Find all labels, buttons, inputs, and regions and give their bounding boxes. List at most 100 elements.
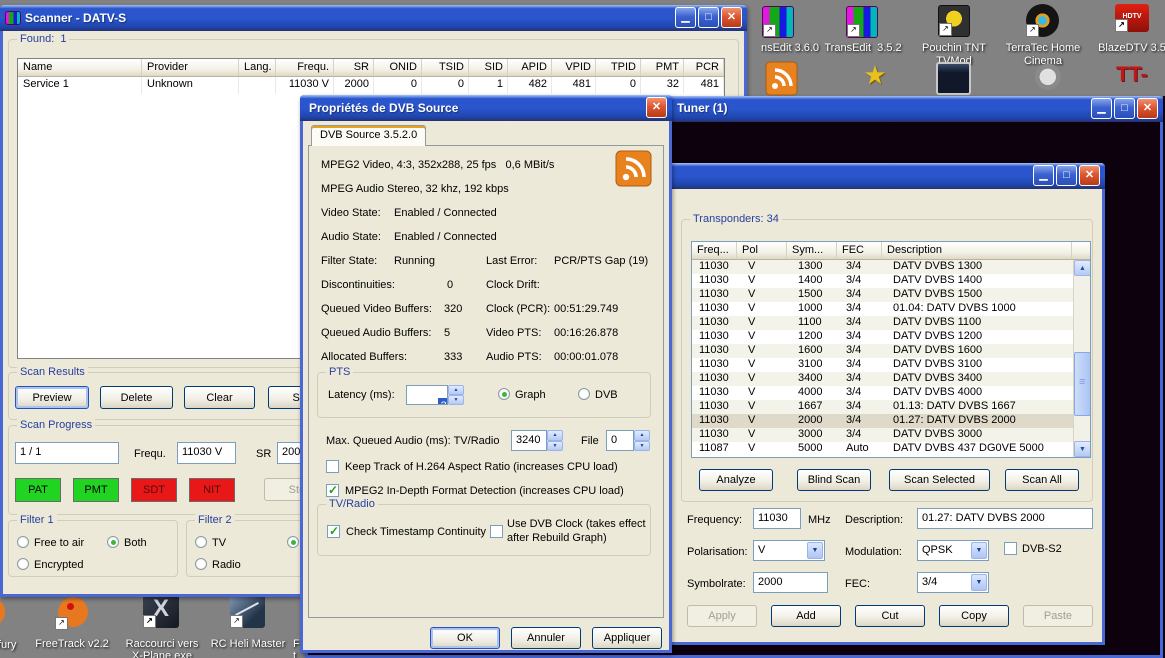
description-field[interactable]: 01.27: DATV DVBS 2000: [917, 508, 1093, 529]
h264-checkbox[interactable]: [326, 460, 339, 473]
appliquer-button[interactable]: Appliquer: [592, 627, 662, 649]
mpeg2-checkbox[interactable]: [326, 484, 339, 497]
close-button[interactable]: ✕: [1137, 98, 1158, 119]
scroll-up-button[interactable]: ▲: [1074, 260, 1091, 276]
wand-star-icon[interactable]: ★: [858, 60, 892, 95]
desktop-icon-label-line2[interactable]: X-Plane.exe: [118, 650, 206, 658]
progress-field[interactable]: 1 / 1: [15, 442, 119, 464]
minimize-button[interactable]: ▁: [675, 7, 696, 28]
transponder-row[interactable]: 11087V5000AutoDATV DVBS 437 DG0VE 5000: [692, 442, 1090, 456]
timestamp-checkbox[interactable]: [327, 525, 340, 538]
dialog-titlebar[interactable]: Propriétés de DVB Source ✕: [300, 95, 672, 121]
radio-free-to-air[interactable]: [17, 536, 29, 548]
radio-tv[interactable]: [195, 536, 207, 548]
analyze-button[interactable]: Analyze: [699, 469, 773, 491]
desktop-icon-clipped[interactable]: [0, 595, 8, 629]
radio-filter2-both[interactable]: [287, 536, 299, 548]
clear-button[interactable]: Clear: [184, 386, 255, 409]
maxq-file-spinner[interactable]: ▲▼: [634, 430, 650, 451]
desktop-icon-blazedtv[interactable]: HDTV: [1115, 4, 1149, 32]
dvbs2-checkbox[interactable]: [1004, 542, 1017, 555]
tab-dvb-source[interactable]: DVB Source 3.5.2.0: [311, 125, 426, 146]
transponder-row[interactable]: 11030V16673/401.13: DATV DVBS 1667: [692, 400, 1090, 414]
desktop-icon-label[interactable]: RC Heli Master: [205, 638, 291, 650]
transponder-row[interactable]: 11030V40003/4DATV DVBS 4000: [692, 386, 1090, 400]
desktop-icon-label[interactable]: TerraTec Home: [1000, 42, 1086, 54]
desktop-icon-terratec[interactable]: [1026, 4, 1059, 37]
transponder-row[interactable]: 11030V11003/4DATV DVBS 1100: [692, 316, 1090, 330]
radio-both[interactable]: [107, 536, 119, 548]
transponder-row[interactable]: 11030V14003/4DATV DVBS 1400: [692, 274, 1090, 288]
latency-field[interactable]: 300: [406, 385, 448, 405]
modulation-combo[interactable]: QPSK▼: [917, 540, 989, 561]
desktop-icon-transedit-352[interactable]: [846, 6, 878, 38]
paste-button[interactable]: Paste: [1023, 605, 1093, 627]
dvbsource-icon[interactable]: [765, 61, 798, 96]
scroll-down-button[interactable]: ▼: [1074, 441, 1091, 457]
maximize-button[interactable]: □: [1114, 98, 1135, 119]
scrollbar[interactable]: ▲ ▼: [1073, 260, 1090, 457]
transponder-row[interactable]: 11030V16003/4DATV DVBS 1600: [692, 344, 1090, 358]
desktop-icon-freetrack[interactable]: [55, 594, 91, 630]
cut-button[interactable]: Cut: [855, 605, 925, 627]
close-button[interactable]: ✕: [721, 7, 742, 28]
delete-button[interactable]: Delete: [100, 386, 173, 409]
maxq-tv-field[interactable]: 3240: [511, 430, 547, 451]
copy-button[interactable]: Copy: [939, 605, 1009, 627]
fec-combo[interactable]: 3/4▼: [917, 572, 989, 593]
transponder-row[interactable]: 11030V15003/4DATV DVBS 1500: [692, 288, 1090, 302]
technotrend-icon[interactable]: TT-: [1116, 60, 1156, 95]
maximize-button[interactable]: □: [698, 7, 719, 28]
scanner-titlebar[interactable]: Scanner - DATV-S ▁ □ ✕: [0, 5, 747, 31]
scan-all-button[interactable]: Scan All: [1005, 469, 1079, 491]
annuler-button[interactable]: Annuler: [511, 627, 581, 649]
blind-scan-button[interactable]: Blind Scan: [797, 469, 871, 491]
minimize-button[interactable]: ▁: [1033, 165, 1054, 186]
radio-radio[interactable]: [195, 558, 207, 570]
frequency-field[interactable]: 11030: [753, 508, 801, 529]
desktop-icon-label[interactable]: TransEdit 3.5.2: [820, 42, 906, 54]
chevron-down-icon[interactable]: ▼: [807, 542, 823, 559]
desktop-icon-transedit-360[interactable]: [762, 6, 794, 38]
chevron-down-icon[interactable]: ▼: [971, 574, 987, 591]
service-row[interactable]: Service 1Unknown11030 V20000014824810324…: [18, 77, 724, 94]
maximize-button[interactable]: □: [1056, 165, 1077, 186]
minimize-button[interactable]: ▁: [1091, 98, 1112, 119]
apply-button[interactable]: Apply: [687, 605, 757, 627]
radio-graph[interactable]: [498, 388, 510, 400]
ok-button[interactable]: OK: [430, 627, 500, 649]
radio-dvb[interactable]: [578, 388, 590, 400]
services-table-header[interactable]: NameProviderLang.Frequ.SRONIDTSIDSIDAPID…: [18, 59, 724, 77]
radio-encrypted[interactable]: [17, 558, 29, 570]
transponder-list-header[interactable]: Freq...PolSym...FECDescription: [692, 242, 1090, 260]
scan-selected-button[interactable]: Scan Selected: [889, 469, 990, 491]
desktop-icon-label[interactable]: FreeTrack v2.2: [32, 638, 112, 650]
transponder-row[interactable]: 11030V12003/4DATV DVBS 1200: [692, 330, 1090, 344]
dvbclock-checkbox[interactable]: [490, 525, 503, 538]
latency-spinner[interactable]: ▲▼: [448, 385, 464, 405]
preview-button[interactable]: Preview: [15, 386, 89, 409]
close-button[interactable]: ✕: [1079, 165, 1100, 186]
add-button[interactable]: Add: [771, 605, 841, 627]
symbolrate-field[interactable]: 2000: [753, 572, 828, 593]
close-button[interactable]: ✕: [646, 97, 667, 118]
maxq-file-field[interactable]: 0: [606, 430, 634, 451]
scroll-thumb[interactable]: [1074, 352, 1091, 416]
satellite-dish-icon[interactable]: [1028, 62, 1064, 95]
maxq-tv-spinner[interactable]: ▲▼: [547, 430, 563, 451]
desktop-icon-label[interactable]: BlazeDTV 3.5: [1097, 42, 1165, 54]
desktop-icon-rcheli[interactable]: [230, 592, 265, 628]
desktop-icon-xplane[interactable]: X: [143, 592, 179, 628]
transponder-row[interactable]: 11030V13003/4DATV DVBS 1300: [692, 260, 1090, 274]
transponder-row[interactable]: 11030V31003/4DATV DVBS 3100: [692, 358, 1090, 372]
desktop-icon-label[interactable]: Pouchin TNT: [917, 42, 991, 54]
polarisation-combo[interactable]: V▼: [753, 540, 825, 561]
transponder-row[interactable]: 11030V10003/401.04: DATV DVBS 1000: [692, 302, 1090, 316]
transponder-row[interactable]: 11030V30003/4DATV DVBS 3000: [692, 428, 1090, 442]
desktop-icon-label[interactable]: fury: [0, 639, 28, 651]
transponder-row[interactable]: 11030V34003/4DATV DVBS 3400: [692, 372, 1090, 386]
desktop-icon-pouchin-tnt[interactable]: [938, 5, 970, 37]
chevron-down-icon[interactable]: ▼: [971, 542, 987, 559]
terminal-icon[interactable]: [936, 62, 971, 95]
desktop-icon-label[interactable]: Raccourci vers: [118, 638, 206, 650]
